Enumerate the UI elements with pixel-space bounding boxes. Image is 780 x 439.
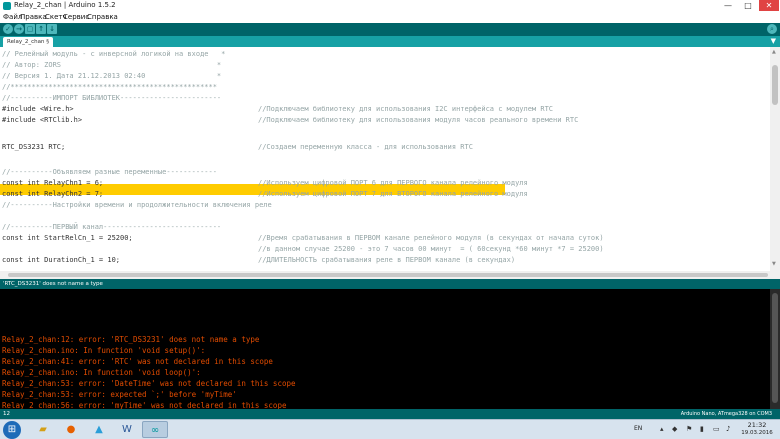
battery-icon[interactable]: ▭ — [713, 425, 720, 433]
upload-button[interactable]: → — [14, 24, 24, 34]
console-line: Relay_2_chan:41: error: 'RTC' was not de… — [2, 357, 273, 366]
scroll-up-icon[interactable]: ▲ — [772, 49, 776, 55]
code-editor[interactable]: // Релейный модуль - с инверсной логикой… — [0, 47, 770, 271]
editor-vertical-scrollbar[interactable]: ▲ ▼ — [770, 47, 780, 271]
language-indicator[interactable]: EN — [634, 425, 642, 432]
error-message: 'RTC_DS3231' does not name a type — [3, 281, 103, 287]
scrollbar-thumb[interactable] — [8, 273, 768, 277]
code-line: #include <Wire.h> — [2, 105, 74, 113]
network-icon[interactable]: ▮ — [700, 425, 704, 433]
tab-bar: Relay_2_chan § ▼ — [0, 36, 780, 47]
console-line: Relay_2_chan:56: error: 'myTime' was not… — [2, 401, 287, 409]
code-line: //----------ПЕРВЫЙ канал----------------… — [2, 223, 222, 231]
tray-app-icon[interactable]: ◆ — [672, 425, 677, 433]
code-comment: //Создаем переменную класса - для исполь… — [258, 143, 473, 151]
firefox-icon[interactable]: ● — [58, 421, 84, 438]
code-line: // Версия 1. Дата 21.12.2013 02:40 * — [2, 72, 222, 80]
editor-horizontal-scrollbar[interactable] — [0, 271, 780, 279]
explorer-icon[interactable]: ▰ — [30, 421, 56, 438]
code-comment: //в данном случае 25200 - это 7 часов 00… — [258, 245, 604, 253]
line-number: 12 — [3, 411, 10, 417]
new-sketch-button[interactable]: ▢ — [25, 24, 35, 34]
maximize-button[interactable]: □ — [738, 0, 758, 11]
code-comment: //Подключаем библиотеку для использовани… — [258, 105, 554, 113]
code-line: const int RelayChn1 = 6; — [2, 179, 104, 187]
word-icon[interactable]: W — [114, 421, 140, 438]
menu-bar: Файл Правка Скетч Сервис Справка — [0, 12, 780, 23]
clock-date[interactable]: 19.03.2016 — [740, 430, 774, 436]
console-line: Relay_2_chan.ino: In function 'void setu… — [2, 346, 206, 355]
tab-menu-icon[interactable]: ▼ — [771, 36, 776, 47]
code-line: RTC_DS3231 RTC; — [2, 143, 66, 151]
scroll-down-icon[interactable]: ▼ — [772, 261, 776, 267]
code-line: const int DurationCh_1 = 10; — [2, 256, 121, 264]
menu-help[interactable]: Справка — [87, 12, 118, 23]
code-line: // Автор: ZORS * — [2, 61, 222, 69]
flag-icon[interactable]: ⚑ — [686, 425, 692, 433]
code-line: //----------Настройки времени и продолжи… — [2, 201, 272, 209]
tray-arrow-icon[interactable]: ▴ — [660, 425, 664, 433]
arduino-app-icon — [3, 2, 11, 10]
console-line: Relay_2_chan:12: error: 'RTC_DS3231' doe… — [2, 335, 260, 344]
close-button[interactable]: ✕ — [759, 0, 779, 11]
code-line: #include <RTClib.h> — [2, 116, 83, 124]
code-line: // Релейный модуль - с инверсной логикой… — [2, 50, 226, 58]
scrollbar-thumb[interactable] — [772, 293, 778, 403]
menu-edit[interactable]: Правка — [20, 12, 47, 23]
windows-taskbar: ⊞ ▰ ● ▲ W ∞ EN ▴ ◆ ⚑ ▮ ▭ ♪ 21:32 19.03.2… — [0, 419, 780, 439]
console-scrollbar[interactable] — [770, 289, 780, 409]
save-sketch-button[interactable]: ↓ — [47, 24, 57, 34]
tab-relay-2-chan[interactable]: Relay_2_chan § — [3, 37, 53, 47]
arduino-taskbar-icon[interactable]: ∞ — [142, 421, 168, 438]
console-line: Relay_2_chan.ino: In function 'void loop… — [2, 368, 201, 377]
console-line: Relay_2_chan:53: error: expected `;' bef… — [2, 390, 237, 399]
volume-icon[interactable]: ♪ — [726, 425, 730, 433]
code-line: //----------Объявляем разные переменные-… — [2, 168, 217, 176]
minimize-button[interactable]: — — [718, 0, 738, 11]
verify-button[interactable]: ✓ — [3, 24, 13, 34]
title-bar: Relay_2_chan | Arduino 1.5.2 — □ ✕ — [0, 0, 780, 12]
code-line: //----------ИМПОРТ БИБЛИОТЕК------------… — [2, 94, 222, 102]
window-title: Relay_2_chan | Arduino 1.5.2 — [14, 1, 116, 9]
message-bar: 'RTC_DS3231' does not name a type — [0, 279, 780, 289]
code-line: const int RelayChn2 = 7; — [2, 190, 104, 198]
code-line: const int StartRelCn_1 = 25200; — [2, 234, 133, 242]
start-button[interactable]: ⊞ — [3, 421, 21, 439]
scrollbar-thumb[interactable] — [772, 65, 778, 105]
toolbar: ✓ → ▢ ↑ ↓ ⌕ — [0, 23, 780, 36]
bottom-status-bar: 12 Arduino Nano, ATmega328 on COM3 — [0, 409, 780, 419]
serial-monitor-button[interactable]: ⌕ — [767, 24, 777, 34]
menu-tools[interactable]: Сервис — [63, 12, 89, 23]
code-comment: //Подключаем библиотеку для использовани… — [258, 116, 579, 124]
code-comment: //ДЛИТЕЛЬНОСТЬ срабатывания реле в ПЕРВО… — [258, 256, 516, 264]
code-comment: //Используем цифровой ПОРТ 7 для ВТОРОГО… — [258, 190, 528, 198]
clock-time[interactable]: 21:32 — [742, 421, 772, 429]
console-line: Relay_2_chan:53: error: 'DateTime' was n… — [2, 379, 296, 388]
media-player-icon[interactable]: ▲ — [86, 421, 112, 438]
code-line: //**************************************… — [2, 83, 217, 91]
code-comment: //Используем цифровой ПОРТ 6 для ПЕРВОГО… — [258, 179, 528, 187]
board-port-info: Arduino Nano, ATmega328 on COM3 — [680, 411, 772, 417]
open-sketch-button[interactable]: ↑ — [36, 24, 46, 34]
console-output[interactable]: Relay_2_chan:12: error: 'RTC_DS3231' doe… — [0, 289, 770, 409]
code-comment: //Время срабатывания в ПЕРВОМ канале рел… — [258, 234, 604, 242]
